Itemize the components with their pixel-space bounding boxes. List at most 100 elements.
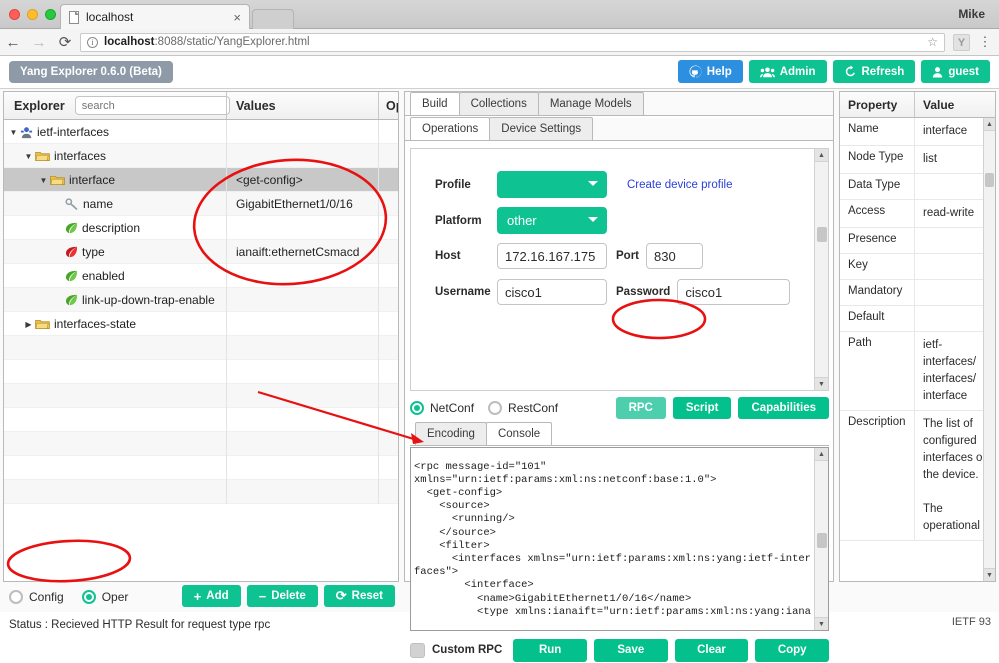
password-input[interactable] xyxy=(677,279,791,305)
explorer-action-buttons[interactable]: + Add − Delete ⟳ Reset xyxy=(181,585,395,607)
tree-node[interactable]: ▼ interfaces xyxy=(4,144,226,168)
platform-select[interactable]: other xyxy=(497,207,607,234)
scroll-up-icon[interactable]: ▲ xyxy=(815,448,828,461)
browser-tab[interactable]: localhost × xyxy=(60,4,250,29)
close-tab-icon[interactable]: × xyxy=(233,11,241,24)
scrollbar-thumb[interactable] xyxy=(817,533,827,548)
reset-button[interactable]: ⟳ Reset xyxy=(323,585,395,607)
extension-icon[interactable]: Y xyxy=(953,33,970,51)
main-tabstrip[interactable]: Build Collections Manage Models xyxy=(405,92,833,116)
back-icon[interactable]: ← xyxy=(0,34,26,51)
tree-node[interactable]: name xyxy=(4,192,226,216)
tree-node-op[interactable] xyxy=(378,216,398,240)
minimize-window-button[interactable] xyxy=(27,9,38,20)
refresh-button[interactable]: Refresh xyxy=(832,60,916,83)
tree-node-value[interactable] xyxy=(226,312,378,336)
console-scrollbar[interactable]: ▲ ▼ xyxy=(814,448,828,630)
console-button-group[interactable]: Run Save Clear Copy xyxy=(513,638,830,662)
user-button[interactable]: guest xyxy=(921,60,990,83)
subtab-device-settings[interactable]: Device Settings xyxy=(489,117,594,140)
radio-dot[interactable] xyxy=(81,590,96,604)
tree-row-ietf-interfaces[interactable]: ▼ ietf-interfaces xyxy=(4,120,398,144)
tree-node-op[interactable] xyxy=(378,168,398,192)
consoletab-encoding[interactable]: Encoding xyxy=(415,422,487,445)
tree-node[interactable]: description xyxy=(4,216,226,240)
scroll-up-icon[interactable]: ▲ xyxy=(815,149,828,162)
tree-node-op[interactable] xyxy=(378,240,398,264)
consoletab-console[interactable]: Console xyxy=(485,422,553,445)
chevron-right-icon[interactable]: ▶ xyxy=(23,320,34,329)
close-window-button[interactable] xyxy=(9,9,20,20)
tab-build[interactable]: Build xyxy=(410,92,460,115)
host-input[interactable] xyxy=(497,243,607,269)
tree-row-description[interactable]: description xyxy=(4,216,398,240)
protocol-radio-group[interactable]: NetConf RestConf xyxy=(410,400,572,415)
tree-row-interfaces[interactable]: ▼ interfaces xyxy=(4,144,398,168)
bookmark-star-icon[interactable]: ☆ xyxy=(927,35,938,49)
save-button[interactable]: Save xyxy=(593,638,668,662)
radio-dot[interactable] xyxy=(9,590,23,604)
profile-select[interactable] xyxy=(497,171,607,198)
tree-row-link-up-down-trap-enable[interactable]: link-up-down-trap-enable xyxy=(4,288,398,312)
sub-tabstrip[interactable]: Operations Device Settings xyxy=(405,117,833,141)
console-tabstrip[interactable]: Encoding Console xyxy=(410,422,829,446)
protocol-button-group[interactable]: RPC Script Capabilities xyxy=(615,396,829,419)
protocol-radio-netconf[interactable]: NetConf xyxy=(410,400,474,415)
chevron-down-icon[interactable]: ▼ xyxy=(23,152,34,161)
rpc-button[interactable]: RPC xyxy=(615,396,666,419)
tree-node-op[interactable] xyxy=(378,144,398,168)
tree-row-enabled[interactable]: enabled xyxy=(4,264,398,288)
maximize-window-button[interactable] xyxy=(45,9,56,20)
tree-node[interactable]: ▶ interfaces-state xyxy=(4,312,226,336)
capabilities-button[interactable]: Capabilities xyxy=(738,396,829,419)
tree-node-op[interactable] xyxy=(378,288,398,312)
tab-collections[interactable]: Collections xyxy=(458,92,539,115)
tree-row-name[interactable]: name GigabitEthernet1/0/16 xyxy=(4,192,398,216)
delete-button[interactable]: − Delete xyxy=(246,585,318,607)
scroll-down-icon[interactable]: ▼ xyxy=(815,377,828,390)
tree-node[interactable]: ▼ interface xyxy=(4,168,226,192)
subtab-operations[interactable]: Operations xyxy=(410,117,491,140)
forward-icon[interactable]: → xyxy=(26,34,52,51)
tree-row-type[interactable]: type ianaift:ethernetCsmacd xyxy=(4,240,398,264)
port-input[interactable] xyxy=(646,243,703,269)
scroll-down-icon[interactable]: ▼ xyxy=(984,568,995,581)
new-tab-button[interactable] xyxy=(252,9,294,29)
search-input[interactable] xyxy=(74,96,230,115)
chevron-down-icon[interactable]: ▼ xyxy=(38,176,49,185)
tree-node-value[interactable] xyxy=(226,144,378,168)
yang-tree[interactable]: ▼ ietf-interfaces ▼ interfaces ▼ interface <ge… xyxy=(4,120,398,581)
tree-node-op[interactable] xyxy=(378,192,398,216)
browser-menu-icon[interactable]: ⋮ xyxy=(977,34,993,50)
tree-node-op[interactable] xyxy=(378,264,398,288)
tree-node-value[interactable] xyxy=(226,288,378,312)
tree-row-interface[interactable]: ▼ interface <get-config> xyxy=(4,168,398,192)
tree-node-value[interactable]: <get-config> xyxy=(226,168,378,192)
tree-row-interfaces-state[interactable]: ▶ interfaces-state xyxy=(4,312,398,336)
tree-node[interactable]: enabled xyxy=(4,264,226,288)
mode-radio-oper[interactable]: Oper xyxy=(81,590,128,604)
console-output[interactable]: <rpc message-id="101" xmlns="urn:ietf:pa… xyxy=(410,447,829,631)
tree-node-op[interactable] xyxy=(378,312,398,336)
scrollbar-thumb[interactable] xyxy=(985,173,994,187)
run-button[interactable]: Run xyxy=(513,638,587,662)
tree-node[interactable]: ▼ ietf-interfaces xyxy=(4,120,226,144)
scrollbar-thumb[interactable] xyxy=(817,227,827,242)
clear-button[interactable]: Clear xyxy=(674,638,749,662)
tree-node-value[interactable] xyxy=(226,120,378,144)
tree-node-op[interactable] xyxy=(378,120,398,144)
tree-node[interactable]: type xyxy=(4,240,226,264)
admin-button[interactable]: Admin xyxy=(748,60,827,83)
protocol-radio-restconf[interactable]: RestConf xyxy=(488,400,558,415)
reload-icon[interactable]: ⟳ xyxy=(52,33,78,51)
script-button[interactable]: Script xyxy=(672,396,732,419)
property-scrollbar[interactable]: ▲ ▼ xyxy=(983,118,995,581)
help-button[interactable]: Help xyxy=(677,60,743,83)
address-bar[interactable]: i localhost :8088/static/YangExplorer.ht… xyxy=(80,32,945,52)
scroll-up-icon[interactable]: ▲ xyxy=(984,118,995,131)
tab-manage-models[interactable]: Manage Models xyxy=(537,92,644,115)
username-input[interactable] xyxy=(497,279,607,305)
tree-node-value[interactable]: GigabitEthernet1/0/16 xyxy=(226,192,378,216)
tree-node-value[interactable]: ianaift:ethernetCsmacd xyxy=(226,240,378,264)
custom-rpc-checkbox[interactable] xyxy=(410,642,425,658)
